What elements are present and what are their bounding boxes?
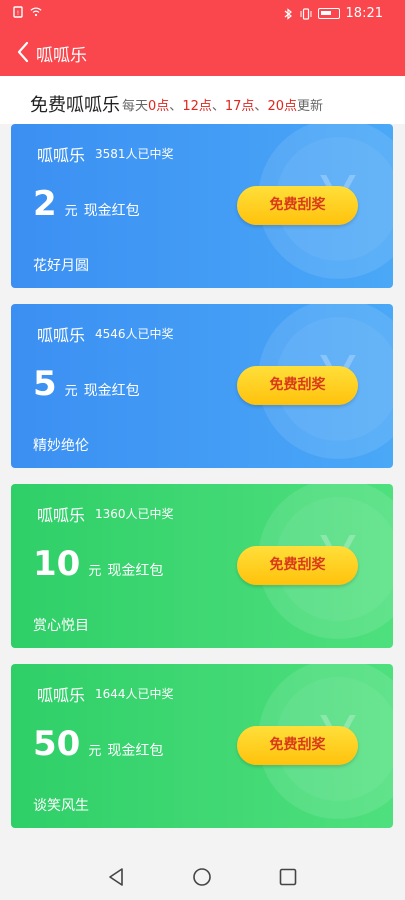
prize-description: 现金红包 [83,383,140,399]
card-slogan: 精妙绝伦 [33,438,89,454]
nav-home-icon[interactable] [191,866,213,888]
card-slogan: 赏心悦目 [33,618,89,634]
card-slogan: 谈笑风生 [33,798,89,814]
schedule-separator: 、 [211,99,225,114]
prize-unit: 元 [64,384,78,399]
free-scratch-button[interactable]: 免费刮奖 [237,546,358,585]
prize-amount: 5 [33,364,57,404]
scratch-card[interactable]: ¥ 呱呱乐 1644人已中奖 50 元 现金红包 谈笑风生 免费刮奖 [11,664,393,828]
winners-count: 4546人已中奖 [95,327,174,341]
prize-unit: 元 [88,744,102,759]
sim-icon: ! [13,6,23,18]
prize-unit: 元 [64,204,78,219]
schedule-separator: 、 [254,99,268,114]
scratch-card[interactable]: ¥ 呱呱乐 4546人已中奖 5 元 现金红包 精妙绝伦 免费刮奖 [11,304,393,468]
scratch-card[interactable]: ¥ 呱呱乐 1360人已中奖 10 元 现金红包 赏心悦目 免费刮奖 [11,484,393,648]
scratch-card[interactable]: ¥ 呱呱乐 3581人已中奖 2 元 现金红包 花好月圆 免费刮奖 [11,124,393,288]
card-slogan: 花好月圆 [33,258,89,274]
prize-amount-row: 2 元 现金红包 [33,184,140,224]
status-time: 18:21 [345,6,383,21]
bluetooth-icon [284,7,292,20]
free-scratch-button[interactable]: 免费刮奖 [237,366,358,405]
prize-description: 现金红包 [83,203,140,219]
wifi-icon [30,7,42,17]
svg-text:!: ! [17,10,19,17]
schedule-time-4: 20点 [267,99,297,114]
page-title: 呱呱乐 [36,46,87,66]
battery-icon [317,8,340,19]
winners-count: 1360人已中奖 [95,507,174,521]
update-schedule: 每天0点、12点、17点、20点更新 [122,95,323,114]
schedule-time-1: 0点 [148,99,170,114]
prize-amount-row: 5 元 现金红包 [33,364,140,404]
winners-count: 1644人已中奖 [95,687,174,701]
card-title: 呱呱乐 [37,326,86,345]
back-arrow-icon[interactable] [14,40,34,64]
prize-description: 现金红包 [107,563,164,579]
prize-amount: 50 [33,724,81,764]
card-title: 呱呱乐 [37,686,86,705]
winners-count: 3581人已中奖 [95,147,174,161]
app-bar: 呱呱乐 [0,30,405,76]
prize-description: 现金红包 [107,743,164,759]
vibrate-icon [300,7,312,20]
prize-amount: 2 [33,184,57,224]
status-bar: ! 18:21 [0,0,405,30]
free-scratch-button[interactable]: 免费刮奖 [237,726,358,765]
system-nav-bar [0,852,405,900]
prize-amount: 10 [33,544,81,584]
nav-recents-icon[interactable] [277,866,299,888]
schedule-suffix: 更新 [296,99,323,114]
prize-unit: 元 [88,564,102,579]
card-title: 呱呱乐 [37,506,86,525]
schedule-time-2: 12点 [182,99,212,114]
free-scratch-button[interactable]: 免费刮奖 [237,186,358,225]
schedule-separator: 、 [169,99,183,114]
section-title: 免费呱呱乐 [30,95,120,116]
prize-amount-row: 10 元 现金红包 [33,544,163,584]
card-title: 呱呱乐 [37,146,86,165]
schedule-prefix: 每天 [122,99,149,114]
schedule-time-3: 17点 [224,99,255,114]
nav-back-icon[interactable] [105,866,127,888]
section-header: 免费呱呱乐 每天0点、12点、17点、20点更新 [0,76,405,124]
prize-amount-row: 50 元 现金红包 [33,724,163,764]
